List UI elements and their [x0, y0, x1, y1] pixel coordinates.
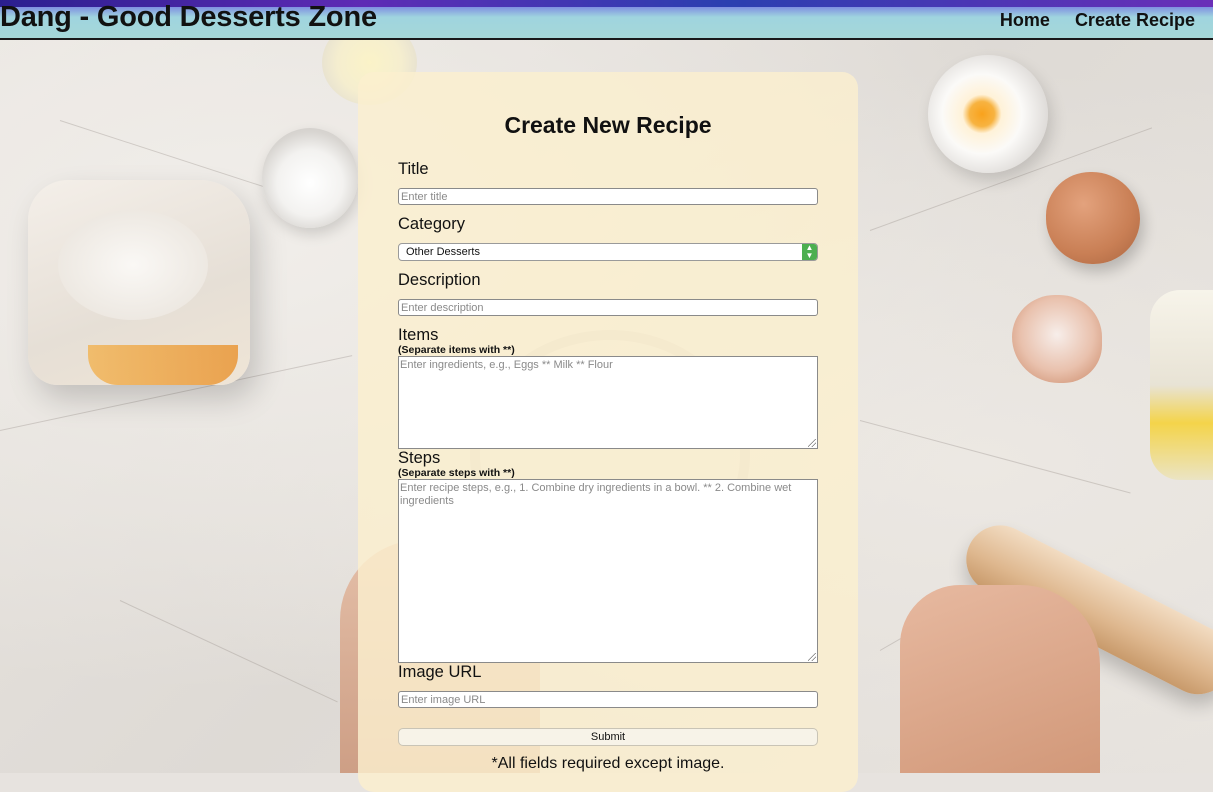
category-select[interactable]: Other Desserts ▲ ▼: [398, 243, 818, 261]
submit-button[interactable]: Submit: [398, 728, 818, 746]
hand-right: [900, 585, 1100, 773]
required-fields-note: *All fields required except image.: [491, 755, 725, 772]
egg-yolk-bowl: [928, 55, 1048, 173]
description-input[interactable]: Enter description: [398, 299, 818, 316]
items-hint: (Separate items with **): [398, 344, 515, 356]
sugar-bag: [1150, 290, 1213, 480]
resize-grip-icon[interactable]: [808, 653, 816, 661]
steps-hint: (Separate steps with **): [398, 467, 515, 479]
brand-title[interactable]: Dang - Good Desserts Zone: [0, 0, 377, 34]
items-placeholder: Enter ingredients, e.g., Eggs ** Milk **…: [400, 359, 613, 371]
nav-home-link[interactable]: Home: [1000, 8, 1050, 32]
image-url-label: Image URL: [398, 663, 482, 681]
select-arrows-icon: ▲ ▼: [802, 244, 817, 260]
title-label: Title: [398, 160, 429, 178]
brown-egg: [1046, 172, 1140, 264]
nav-create-recipe-link[interactable]: Create Recipe: [1075, 8, 1195, 32]
egg-shell: [1012, 295, 1102, 383]
nav-links: Home Create Recipe: [1000, 8, 1195, 32]
items-label: Items: [398, 326, 439, 344]
category-label: Category: [398, 215, 465, 233]
salt-bowl: [262, 128, 358, 228]
image-url-input[interactable]: Enter image URL: [398, 691, 818, 708]
title-input[interactable]: Enter title: [398, 188, 818, 205]
form-heading: Create New Recipe: [504, 112, 712, 138]
description-label: Description: [398, 271, 481, 289]
steps-label: Steps: [398, 449, 441, 467]
navbar: Dang - Good Desserts Zone Home Create Re…: [0, 0, 1213, 40]
flour-bag: [28, 180, 250, 385]
resize-grip-icon[interactable]: [808, 439, 816, 447]
steps-placeholder: Enter recipe steps, e.g., 1. Combine dry…: [400, 482, 792, 507]
steps-textarea[interactable]: Enter recipe steps, e.g., 1. Combine dry…: [398, 479, 818, 663]
items-textarea[interactable]: Enter ingredients, e.g., Eggs ** Milk **…: [398, 356, 818, 449]
category-selected-value: Other Desserts: [406, 246, 480, 258]
